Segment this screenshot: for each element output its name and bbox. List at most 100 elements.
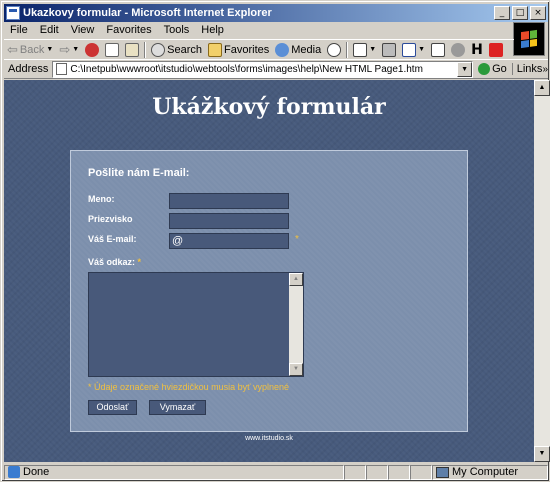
search-icon xyxy=(151,42,166,57)
media-button[interactable]: Media xyxy=(272,41,324,59)
status-text: Done xyxy=(23,466,50,478)
submit-button[interactable]: Odoslať xyxy=(88,400,137,415)
required-note: * Údaje označené hviezdičkou musia byť v… xyxy=(88,382,289,392)
links-button[interactable]: Links xyxy=(511,63,542,75)
extension-icon xyxy=(488,42,503,57)
zone-cell: My Computer xyxy=(432,464,548,480)
address-url[interactable]: C:\Inetpub\wwwroot\itstudio\webtools\for… xyxy=(70,64,460,75)
discuss-icon xyxy=(431,42,446,57)
forward-button[interactable]: ⇨ ▼ xyxy=(56,41,82,59)
status-cell xyxy=(344,464,366,480)
scroll-down-icon[interactable]: ▼ xyxy=(534,446,550,462)
textarea-scrollbar[interactable]: ▲ ▼ xyxy=(289,273,303,376)
chevron-right-icon[interactable]: » xyxy=(542,64,548,75)
print-icon xyxy=(382,42,397,57)
history-icon xyxy=(327,42,342,57)
home-button[interactable] xyxy=(122,41,142,59)
maximize-button[interactable]: □ xyxy=(512,6,528,20)
print-button[interactable] xyxy=(379,41,399,59)
email-label: Váš E-mail: xyxy=(88,234,137,244)
title-bar: Ukazkovy formular - Microsoft Internet E… xyxy=(4,4,548,22)
menu-favorites[interactable]: Favorites xyxy=(100,24,157,36)
back-button[interactable]: ⇦ Back ▼ xyxy=(4,41,56,59)
chevron-down-icon: ▼ xyxy=(418,46,426,53)
scroll-up-icon[interactable]: ▲ xyxy=(289,273,303,286)
discuss-button[interactable] xyxy=(428,41,448,59)
windows-flag-icon xyxy=(521,29,537,49)
extension-button[interactable] xyxy=(486,41,506,59)
menu-file[interactable]: File xyxy=(4,24,34,36)
address-input[interactable]: C:\Inetpub\wwwroot\itstudio\webtools\for… xyxy=(52,60,474,78)
chevron-down-icon: ▼ xyxy=(72,46,80,53)
minimize-button[interactable]: _ xyxy=(494,6,510,20)
mail-icon xyxy=(353,42,368,57)
page-viewport: Ukážkový formulár Pošlite nám E-mail: Me… xyxy=(4,80,534,462)
browser-window: Ukazkovy formular - Microsoft Internet E… xyxy=(0,0,550,482)
h-button[interactable]: H xyxy=(468,41,486,59)
chevron-down-icon: ▼ xyxy=(369,46,377,53)
media-label: Media xyxy=(291,43,322,56)
forward-arrow-icon: ⇨ xyxy=(59,41,71,57)
go-arrow-icon xyxy=(478,63,491,75)
research-button[interactable] xyxy=(448,41,468,59)
home-icon xyxy=(125,42,140,57)
go-button[interactable]: Go xyxy=(473,63,512,75)
refresh-icon xyxy=(105,42,120,57)
computer-icon xyxy=(436,466,449,478)
message-label-row: Váš odkaz: * xyxy=(88,257,141,267)
edit-button[interactable]: ▼ xyxy=(399,41,428,59)
message-textarea[interactable]: ▲ ▼ xyxy=(88,272,304,377)
footer-link[interactable]: www.itstudio.sk xyxy=(4,435,534,442)
toolbar-separator xyxy=(346,41,349,58)
status-text-cell: Done xyxy=(4,464,344,480)
message-label: Váš odkaz: xyxy=(88,257,136,267)
contact-form: Pošlite nám E-mail: Meno: Priezvisko Váš… xyxy=(70,150,468,432)
address-label: Address xyxy=(8,63,49,75)
scroll-down-icon[interactable]: ▼ xyxy=(289,363,303,376)
favorites-button[interactable]: Favorites xyxy=(205,41,272,59)
status-cell xyxy=(410,464,432,480)
media-icon xyxy=(275,42,290,57)
menu-edit[interactable]: Edit xyxy=(34,24,65,36)
stop-button[interactable] xyxy=(82,41,102,59)
menu-tools[interactable]: Tools xyxy=(158,24,196,36)
close-button[interactable]: × xyxy=(530,6,546,20)
status-cell xyxy=(388,464,410,480)
address-bar: Address C:\Inetpub\wwwroot\itstudio\webt… xyxy=(4,59,548,79)
window-title: Ukazkovy formular - Microsoft Internet E… xyxy=(23,7,272,19)
page-title: Ukážkový formulár xyxy=(152,94,386,120)
back-label: Back xyxy=(19,43,45,56)
email-field[interactable]: @ xyxy=(169,233,289,249)
surname-label: Priezvisko xyxy=(88,214,133,224)
status-cell xyxy=(366,464,388,480)
windows-logo-throbber xyxy=(513,22,545,56)
mail-button[interactable]: ▼ xyxy=(350,41,379,59)
scroll-up-icon[interactable]: ▲ xyxy=(534,80,550,96)
name-field[interactable] xyxy=(169,193,289,209)
search-label: Search xyxy=(167,43,203,56)
window-controls: _ □ × xyxy=(492,6,546,20)
status-bar: Done My Computer xyxy=(4,464,548,480)
form-heading: Pošlite nám E-mail: xyxy=(88,167,190,179)
chevron-down-icon: ▼ xyxy=(46,46,54,53)
favorites-label: Favorites xyxy=(224,43,270,56)
word-edit-icon xyxy=(402,42,417,57)
done-page-icon xyxy=(8,466,20,478)
surname-field[interactable] xyxy=(169,213,289,229)
research-icon xyxy=(451,42,466,57)
search-button[interactable]: Search xyxy=(148,41,205,59)
standard-toolbar: ⇦ Back ▼ ⇨ ▼ Search Favorites Media ▼ ▼ … xyxy=(4,39,514,59)
email-required-marker: * xyxy=(295,234,299,245)
page-icon xyxy=(56,63,68,75)
go-label: Go xyxy=(492,63,507,75)
page-scrollbar[interactable]: ▲ ▼ xyxy=(534,80,550,462)
menu-help[interactable]: Help xyxy=(195,24,230,36)
menu-view[interactable]: View xyxy=(65,24,101,36)
favorites-icon xyxy=(208,42,223,57)
history-button[interactable] xyxy=(324,41,344,59)
h-icon: H xyxy=(471,41,483,58)
refresh-button[interactable] xyxy=(102,41,122,59)
address-dropdown-button[interactable]: ▼ xyxy=(457,61,473,77)
reset-button[interactable]: Vymazať xyxy=(149,400,206,415)
back-arrow-icon: ⇦ xyxy=(7,41,18,57)
